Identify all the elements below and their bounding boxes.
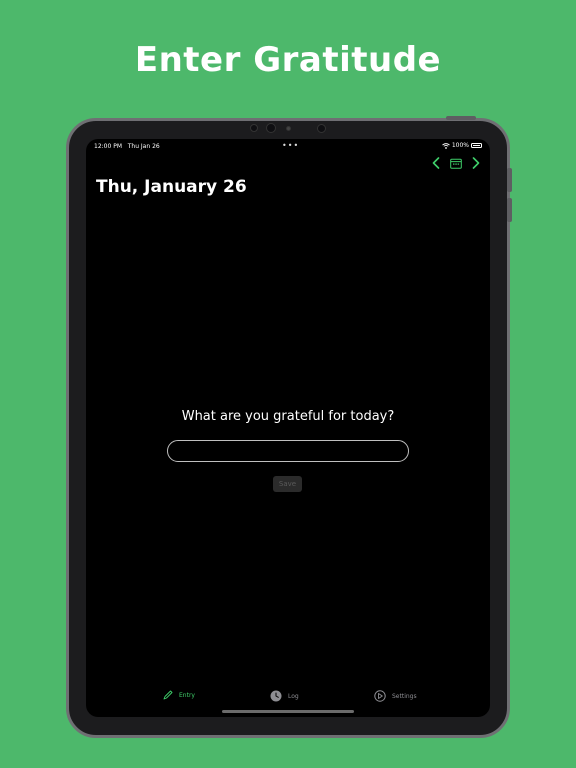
chevron-left-icon[interactable] bbox=[430, 156, 442, 170]
tab-bar: Entry Log Settings bbox=[86, 690, 490, 706]
clock-icon bbox=[270, 690, 282, 702]
top-button bbox=[446, 116, 476, 120]
volume-down-button bbox=[507, 198, 512, 222]
settings-icon bbox=[374, 690, 386, 702]
pencil-icon bbox=[163, 690, 173, 700]
calendar-icon[interactable] bbox=[450, 156, 462, 170]
battery-percent: 100% bbox=[451, 142, 469, 149]
tab-settings[interactable]: Settings bbox=[374, 690, 417, 702]
tab-entry[interactable]: Entry bbox=[163, 690, 195, 700]
camera-icon bbox=[250, 124, 258, 132]
app-screen: 12:00 PM Thu Jan 26 ••• 100% Thu, Januar… bbox=[86, 139, 490, 717]
date-navigation bbox=[430, 156, 482, 170]
camera-icon bbox=[317, 124, 326, 133]
tab-label: Entry bbox=[179, 691, 195, 699]
status-bar-right: 100% bbox=[442, 142, 482, 149]
status-time: 12:00 PM bbox=[94, 143, 122, 150]
chevron-right-icon[interactable] bbox=[470, 156, 482, 170]
tab-label: Settings bbox=[392, 692, 417, 700]
tab-label: Log bbox=[288, 692, 299, 700]
home-indicator[interactable] bbox=[222, 710, 354, 713]
tab-log[interactable]: Log bbox=[270, 690, 299, 702]
save-button[interactable]: Save bbox=[273, 476, 302, 492]
multitasking-dots[interactable]: ••• bbox=[282, 141, 299, 150]
page-title: Thu, January 26 bbox=[96, 177, 247, 197]
gratitude-prompt: What are you grateful for today? bbox=[181, 409, 395, 424]
battery-icon bbox=[471, 143, 482, 148]
camera-icon bbox=[266, 123, 276, 133]
sensor-icon bbox=[286, 126, 291, 131]
volume-up-button bbox=[507, 168, 512, 192]
gratitude-input[interactable] bbox=[167, 440, 409, 462]
marketing-headline: Enter Gratitude bbox=[134, 40, 442, 80]
wifi-icon bbox=[442, 142, 450, 149]
status-bar-left: 12:00 PM Thu Jan 26 bbox=[94, 143, 160, 150]
status-date: Thu Jan 26 bbox=[127, 143, 160, 150]
